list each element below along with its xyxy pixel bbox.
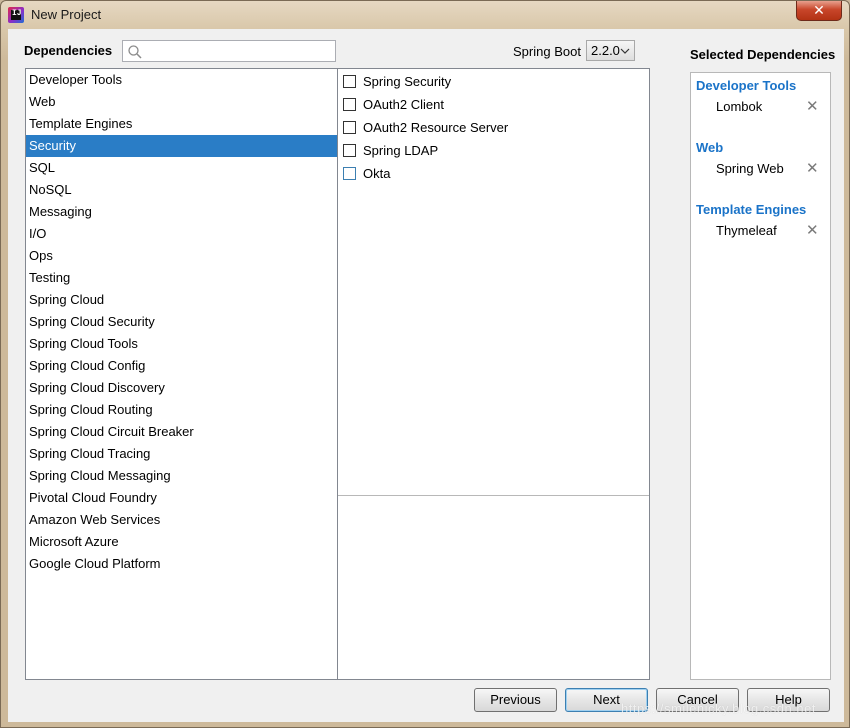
- selected-group-title: Developer Tools: [696, 78, 797, 93]
- spring-boot-version-value: 2.2.0: [591, 43, 620, 58]
- dependency-item[interactable]: OAuth2 Resource Server: [338, 116, 649, 139]
- close-window-button[interactable]: ✕: [796, 1, 842, 21]
- dependency-label: Spring Security: [363, 74, 452, 89]
- category-item[interactable]: SQL: [26, 157, 337, 179]
- dialog-content: Dependencies Spring Boot 2.2.0 Selected …: [8, 29, 844, 722]
- selected-dependency-label: Lombok: [716, 99, 763, 114]
- category-item[interactable]: Spring Cloud Routing: [26, 399, 337, 421]
- category-item[interactable]: Security: [26, 135, 337, 157]
- search-icon: [128, 45, 142, 59]
- category-item[interactable]: Amazon Web Services: [26, 509, 337, 531]
- category-item[interactable]: Pivotal Cloud Foundry: [26, 487, 337, 509]
- selected-dependencies-label: Selected Dependencies: [690, 47, 836, 62]
- previous-button-label: Previous: [490, 692, 541, 707]
- category-list: Developer Tools Web Template Engines Securi…: [25, 68, 338, 680]
- dependency-label: OAuth2 Client: [363, 97, 444, 112]
- category-item[interactable]: Spring Cloud: [26, 289, 337, 311]
- category-item[interactable]: Developer Tools: [26, 69, 337, 91]
- new-project-window: IJ New Project ✕ Dependencies Spring Boo…: [0, 0, 850, 728]
- close-icon[interactable]: ✕: [806, 220, 819, 242]
- dependency-checkbox[interactable]: [343, 75, 356, 88]
- category-item[interactable]: Spring Cloud Discovery: [26, 377, 337, 399]
- chevron-down-icon: [620, 48, 630, 54]
- dependency-checkbox[interactable]: [343, 167, 356, 180]
- dependency-checkbox[interactable]: [343, 144, 356, 157]
- selected-group-title: Web: [696, 140, 724, 155]
- category-item[interactable]: Spring Cloud Tools: [26, 333, 337, 355]
- next-button-label: Next: [593, 692, 620, 707]
- spring-boot-label: Spring Boot: [513, 44, 581, 59]
- previous-button[interactable]: Previous: [474, 688, 557, 712]
- dependency-list: Spring Security OAuth2 Client OAuth2 Resou…: [338, 69, 649, 495]
- selected-dependency-label: Thymeleaf: [716, 223, 777, 238]
- intellij-idea-icon: IJ: [8, 7, 24, 23]
- dependency-item[interactable]: Okta: [338, 162, 649, 185]
- dependency-checkbox[interactable]: [343, 121, 356, 134]
- search-input[interactable]: [145, 42, 331, 60]
- category-item[interactable]: NoSQL: [26, 179, 337, 201]
- spring-boot-version-select[interactable]: 2.2.0: [586, 40, 635, 61]
- selected-dependencies-panel: Developer Tools Lombok ✕ Web Spring Web ✕ Temp…: [690, 72, 831, 680]
- dependencies-label: Dependencies: [24, 43, 113, 58]
- category-item[interactable]: Spring Cloud Messaging: [26, 465, 337, 487]
- category-item[interactable]: Google Cloud Platform: [26, 553, 337, 575]
- category-item[interactable]: Web: [26, 91, 337, 113]
- category-item[interactable]: Spring Cloud Circuit Breaker: [26, 421, 337, 443]
- category-item[interactable]: Testing: [26, 267, 337, 289]
- selected-group-title: Template Engines: [696, 202, 807, 217]
- search-box[interactable]: [122, 40, 336, 62]
- close-icon[interactable]: ✕: [806, 96, 819, 118]
- dependency-panel: Spring Security OAuth2 Client OAuth2 Resou…: [337, 68, 650, 680]
- category-item[interactable]: Spring Cloud Config: [26, 355, 337, 377]
- dependency-item[interactable]: OAuth2 Client: [338, 93, 649, 116]
- category-item[interactable]: Microsoft Azure: [26, 531, 337, 553]
- category-item[interactable]: Spring Cloud Tracing: [26, 443, 337, 465]
- dependency-item[interactable]: Spring Security: [338, 70, 649, 93]
- dependency-checkbox[interactable]: [343, 98, 356, 111]
- dependency-item[interactable]: Spring LDAP: [338, 139, 649, 162]
- window-title: New Project: [31, 7, 102, 22]
- category-item[interactable]: I/O: [26, 223, 337, 245]
- selected-dependency-item: Spring Web ✕: [691, 158, 830, 180]
- selected-dependency-item: Thymeleaf ✕: [691, 220, 830, 242]
- dependency-label: Spring LDAP: [363, 143, 439, 158]
- category-item[interactable]: Ops: [26, 245, 337, 267]
- dependency-description-area: [338, 496, 649, 679]
- category-item[interactable]: Spring Cloud Security: [26, 311, 337, 333]
- watermark: https://smilenicky.blog.csdn.net: [621, 701, 816, 716]
- dependency-label: Okta: [363, 166, 391, 181]
- title-bar[interactable]: IJ New Project ✕: [1, 1, 849, 29]
- category-item[interactable]: Messaging: [26, 201, 337, 223]
- category-item[interactable]: Template Engines: [26, 113, 337, 135]
- close-icon[interactable]: ✕: [806, 158, 819, 180]
- selected-dependency-item: Lombok ✕: [691, 96, 830, 118]
- dependency-label: OAuth2 Resource Server: [363, 120, 509, 135]
- selected-dependency-label: Spring Web: [716, 161, 784, 176]
